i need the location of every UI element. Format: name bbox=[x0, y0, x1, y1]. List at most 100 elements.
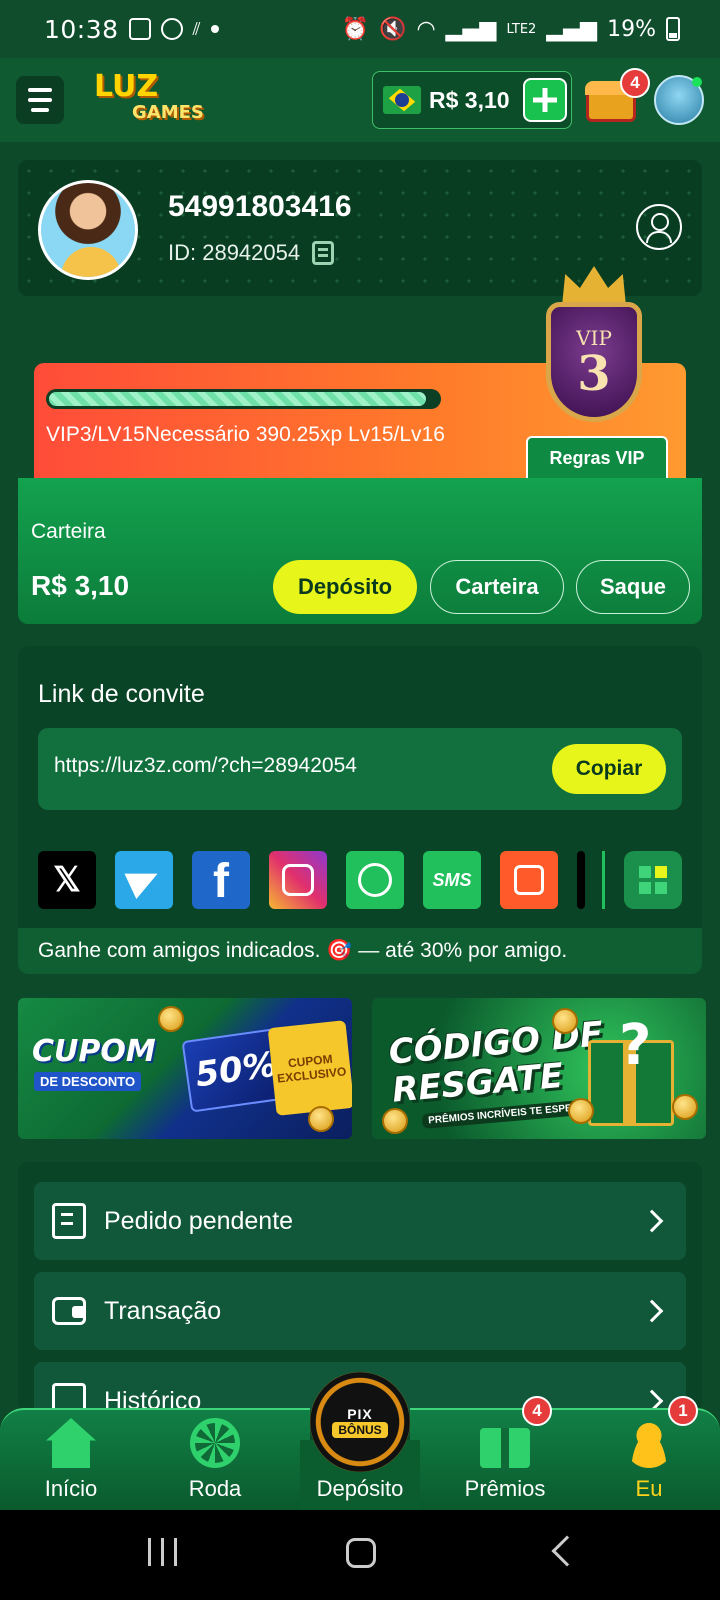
x-share-icon[interactable]: 𝕏 bbox=[38, 851, 96, 909]
user-id-text: ID: 28942054 bbox=[168, 240, 301, 265]
home-icon bbox=[46, 1418, 96, 1468]
nav-wheel[interactable]: Roda bbox=[150, 1412, 280, 1508]
share-divider bbox=[602, 851, 605, 909]
nav-label: Eu bbox=[635, 1476, 663, 1501]
menu-item-pending-orders[interactable]: Pedido pendente bbox=[34, 1182, 686, 1260]
logo-text-games: GAMES bbox=[132, 102, 204, 123]
menu-item-label: Pedido pendente bbox=[104, 1206, 294, 1235]
nav-prizes[interactable]: Prêmios bbox=[440, 1412, 570, 1508]
gallery-icon bbox=[128, 18, 151, 40]
tiktok-share-icon[interactable] bbox=[577, 851, 585, 909]
bottom-nav: Início Roda Depósito Prêmios Eu PIX BÔNU… bbox=[0, 1372, 720, 1510]
pix-bonus-button[interactable]: PIX BÔNUS bbox=[310, 1372, 410, 1472]
me-badge: 1 bbox=[668, 1396, 698, 1426]
telegram-share-icon[interactable] bbox=[115, 851, 173, 909]
wifi-icon: ◠ bbox=[416, 16, 436, 42]
alarm-icon: ⏰ bbox=[341, 16, 370, 42]
notification-dot-icon bbox=[210, 25, 219, 33]
whatsapp-icon bbox=[160, 18, 183, 40]
menu-button[interactable] bbox=[16, 76, 64, 124]
deposit-button[interactable]: Depósito bbox=[273, 560, 417, 614]
nav-label: Prêmios bbox=[464, 1476, 546, 1501]
status-left: 10:38 ⫽ bbox=[44, 15, 219, 44]
app-header: LUZ GAMES R$ 3,10 4 bbox=[0, 58, 720, 142]
vip-progress-fill bbox=[49, 392, 427, 406]
invite-section: Link de convite https://luz3z.com/?ch=28… bbox=[18, 646, 702, 974]
vip-emblem-level: 3 bbox=[577, 346, 611, 402]
pix-bonus-label: BÔNUS bbox=[332, 1422, 388, 1438]
whatsapp-share-icon[interactable] bbox=[346, 851, 404, 909]
status-right: ⏰ 🔇 ◠ ▂▄▆ LTE2 ▂▄▆ 19% bbox=[342, 17, 680, 42]
instagram-share-icon[interactable] bbox=[269, 851, 327, 909]
coin-icon bbox=[552, 1008, 578, 1034]
vip-emblem: VIP 3 bbox=[540, 262, 650, 432]
menu-icon-line bbox=[31, 108, 49, 112]
user-icon bbox=[624, 1418, 674, 1468]
menu-icon-line bbox=[28, 98, 52, 102]
support-avatar[interactable] bbox=[654, 75, 704, 125]
coin-icon bbox=[308, 1106, 334, 1132]
facebook-share-icon[interactable]: f bbox=[192, 851, 250, 909]
exclusive-coupon-text: CUPOM EXCLUSIVO bbox=[276, 1051, 347, 1086]
avatar[interactable] bbox=[38, 180, 138, 280]
recent-apps-icon[interactable] bbox=[148, 1538, 178, 1566]
wallet-label: Carteira bbox=[31, 520, 106, 543]
discount-coupon-banner[interactable]: CUPOM DE DESCONTO 50% CUPOM EXCLUSIVO bbox=[18, 998, 352, 1139]
brand-logo[interactable]: LUZ GAMES bbox=[94, 72, 204, 126]
add-funds-button[interactable] bbox=[523, 78, 567, 122]
back-icon[interactable] bbox=[551, 1535, 583, 1567]
menu-item-transactions[interactable]: Transação bbox=[34, 1272, 686, 1350]
vip-progress-bar bbox=[46, 389, 441, 409]
pix-label: PIX bbox=[347, 1406, 373, 1422]
chevron-right-icon bbox=[640, 1209, 664, 1233]
nav-label: Roda bbox=[188, 1476, 242, 1501]
orders-icon bbox=[52, 1203, 86, 1239]
nav-label: Início bbox=[44, 1476, 98, 1501]
copy-id-icon[interactable] bbox=[312, 241, 335, 265]
crown-icon bbox=[562, 266, 626, 306]
cell-signal-icon: ▂▄▆ bbox=[445, 16, 497, 42]
battery-icon bbox=[666, 17, 680, 41]
coupon-subtitle: DE DESCONTO bbox=[34, 1072, 142, 1091]
battery-percent: 19% bbox=[607, 16, 656, 42]
redeem-code-banner[interactable]: CÓDIGO DE RESGATE PRÊMIOS INCRÍVEIS TE E… bbox=[372, 998, 706, 1139]
home-system-icon[interactable] bbox=[346, 1538, 376, 1568]
invite-link[interactable]: https://luz3z.com/?ch=28942054 bbox=[54, 754, 357, 778]
more-apps-icon[interactable] bbox=[624, 851, 682, 909]
gift-icon bbox=[480, 1428, 530, 1468]
edit-profile-icon[interactable] bbox=[636, 204, 682, 250]
coin-icon bbox=[672, 1094, 698, 1120]
header-balance-value: R$ 3,10 bbox=[429, 86, 510, 113]
menu-item-label: Transação bbox=[104, 1296, 222, 1325]
vip-rules-button[interactable]: Regras VIP bbox=[526, 436, 668, 478]
wallet-panel: Carteira R$ 3,10 Depósito Carteira Saque bbox=[18, 478, 702, 624]
nav-home[interactable]: Início bbox=[6, 1412, 136, 1508]
prizes-badge: 4 bbox=[522, 1396, 552, 1426]
signal-strength-icon: ⫽ bbox=[192, 18, 201, 40]
nav-me[interactable]: Eu bbox=[584, 1412, 714, 1508]
invite-note: Ganhe com amigos indicados. 🎯 — até 30% … bbox=[18, 928, 702, 974]
withdraw-button[interactable]: Saque bbox=[576, 560, 690, 614]
coupon-title: CUPOM bbox=[32, 1034, 156, 1069]
coin-icon bbox=[568, 1098, 594, 1124]
sms-share-icon[interactable]: SMS bbox=[423, 851, 481, 909]
chest-badge: 4 bbox=[620, 68, 650, 98]
wheel-icon bbox=[190, 1418, 240, 1468]
nav-label: Depósito bbox=[316, 1476, 404, 1501]
mute-icon: 🔇 bbox=[379, 16, 407, 42]
invite-title: Link de convite bbox=[38, 680, 205, 708]
vip-status-text: VIP3/LV15Necessário 390.25xp Lv15/Lv16 bbox=[46, 423, 445, 446]
kwai-share-icon[interactable] bbox=[500, 851, 558, 909]
share-row: 𝕏 f SMS bbox=[38, 851, 682, 909]
status-bar: 10:38 ⫽ ⏰ 🔇 ◠ ▂▄▆ LTE2 ▂▄▆ 19% bbox=[0, 0, 720, 58]
user-id: ID: 28942054 bbox=[168, 240, 335, 266]
copy-link-button[interactable]: Copiar bbox=[552, 744, 666, 794]
mystery-gift-icon bbox=[588, 1013, 674, 1126]
treasure-chest-button[interactable]: 4 bbox=[584, 68, 650, 128]
header-balance[interactable]: R$ 3,10 bbox=[372, 71, 572, 129]
wallet-button[interactable]: Carteira bbox=[430, 560, 564, 614]
exclusive-coupon-ticket: CUPOM EXCLUSIVO bbox=[267, 1020, 352, 1116]
logo-text-luz: LUZ bbox=[94, 69, 159, 104]
status-time: 10:38 bbox=[44, 14, 119, 44]
coin-icon bbox=[158, 1006, 184, 1032]
